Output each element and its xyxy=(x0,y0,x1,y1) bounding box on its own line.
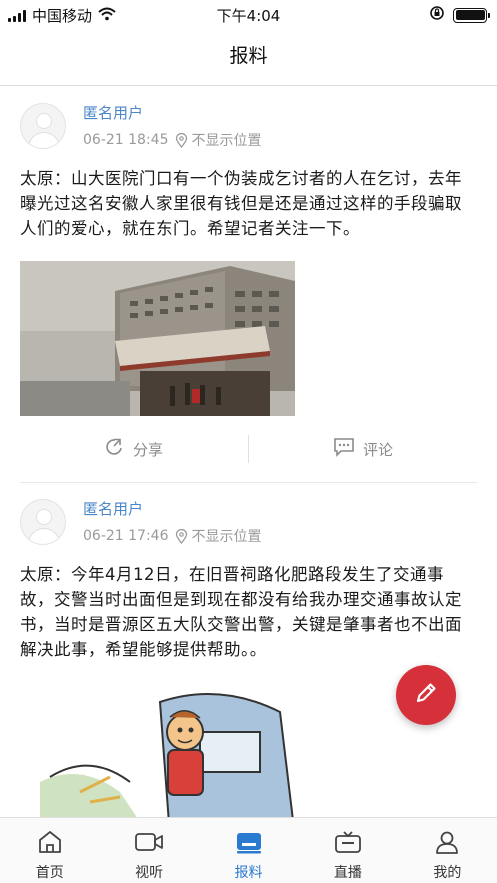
share-icon xyxy=(105,437,125,461)
tab-live[interactable]: 直播 xyxy=(298,818,397,883)
video-icon xyxy=(134,830,164,858)
post-header: 匿名用户 06-21 17:46 不显示位置 xyxy=(20,483,477,546)
page-title: 报料 xyxy=(0,30,497,86)
battery-fill xyxy=(455,10,485,20)
post-location: 不显示位置 xyxy=(191,133,262,149)
comment-label: 评论 xyxy=(362,440,393,459)
post-meta: 匿名用户 06-21 17:46 不显示位置 xyxy=(83,499,261,546)
post-datetime: 06-21 18:45 xyxy=(83,132,169,148)
tab-mine-label: 我的 xyxy=(433,865,462,881)
share-button[interactable]: 分享 xyxy=(20,437,248,461)
status-right xyxy=(429,5,490,25)
tipoff-icon xyxy=(235,830,263,858)
comment-button[interactable]: 评论 xyxy=(249,437,477,461)
post-text: 太原：山大医院门口有一个伪装成乞讨者的人在乞讨，去年曝光过这名安徽人家里很有钱但… xyxy=(20,169,462,238)
tab-tipoff-label: 报料 xyxy=(234,865,263,881)
post-actions: 分享 评论 xyxy=(20,416,477,482)
post-photo-hospital[interactable] xyxy=(20,261,295,416)
post-photo-cartoon[interactable] xyxy=(20,682,295,817)
location-pin-icon xyxy=(175,132,188,148)
username[interactable]: 匿名用户 xyxy=(83,499,261,519)
post-location: 不显示位置 xyxy=(191,529,262,545)
avatar[interactable] xyxy=(20,103,66,149)
bottom-tab-bar: 首页 视听 报料 直播 我的 xyxy=(0,817,497,883)
tab-live-label: 直播 xyxy=(333,865,362,881)
location-pin-icon xyxy=(175,528,188,544)
tab-home-label: 首页 xyxy=(35,865,64,881)
tab-home[interactable]: 首页 xyxy=(0,818,99,883)
battery-icon xyxy=(453,7,490,23)
status-bar: 中国移动 下午4:04 xyxy=(0,0,497,30)
avatar[interactable] xyxy=(20,499,66,545)
post-meta: 匿名用户 06-21 18:45 不显示位置 xyxy=(83,103,261,150)
comment-icon xyxy=(333,437,355,461)
pencil-icon xyxy=(413,680,439,710)
user-icon xyxy=(434,830,460,858)
new-tipoff-button[interactable] xyxy=(396,665,456,725)
status-time: 下午4:04 xyxy=(216,7,281,25)
post-header: 匿名用户 06-21 18:45 不显示位置 xyxy=(20,87,477,150)
tv-icon xyxy=(334,830,362,858)
post-text: 太原：今年4月12日，在旧晋祠路化肥路段发生了交通事故，交警当时出面但是到现在都… xyxy=(20,565,462,659)
share-label: 分享 xyxy=(132,440,163,459)
tab-tipoff[interactable]: 报料 xyxy=(199,818,298,883)
username[interactable]: 匿名用户 xyxy=(83,103,261,123)
tab-video[interactable]: 视听 xyxy=(99,818,198,883)
post-subline: 06-21 17:46 不显示位置 xyxy=(83,526,261,546)
post-card[interactable]: 匿名用户 06-21 18:45 不显示位置 太原：山大医院门口有一个伪装成乞讨… xyxy=(0,87,497,482)
home-icon xyxy=(37,830,63,858)
rotation-lock-icon xyxy=(429,5,445,25)
tab-video-label: 视听 xyxy=(135,865,164,881)
post-datetime: 06-21 17:46 xyxy=(83,528,169,544)
post-subline: 06-21 18:45 不显示位置 xyxy=(83,130,261,150)
post-card[interactable]: 匿名用户 06-21 17:46 不显示位置 太原：今年4月12日，在旧晋祠路化… xyxy=(0,483,497,817)
tab-mine[interactable]: 我的 xyxy=(398,818,497,883)
